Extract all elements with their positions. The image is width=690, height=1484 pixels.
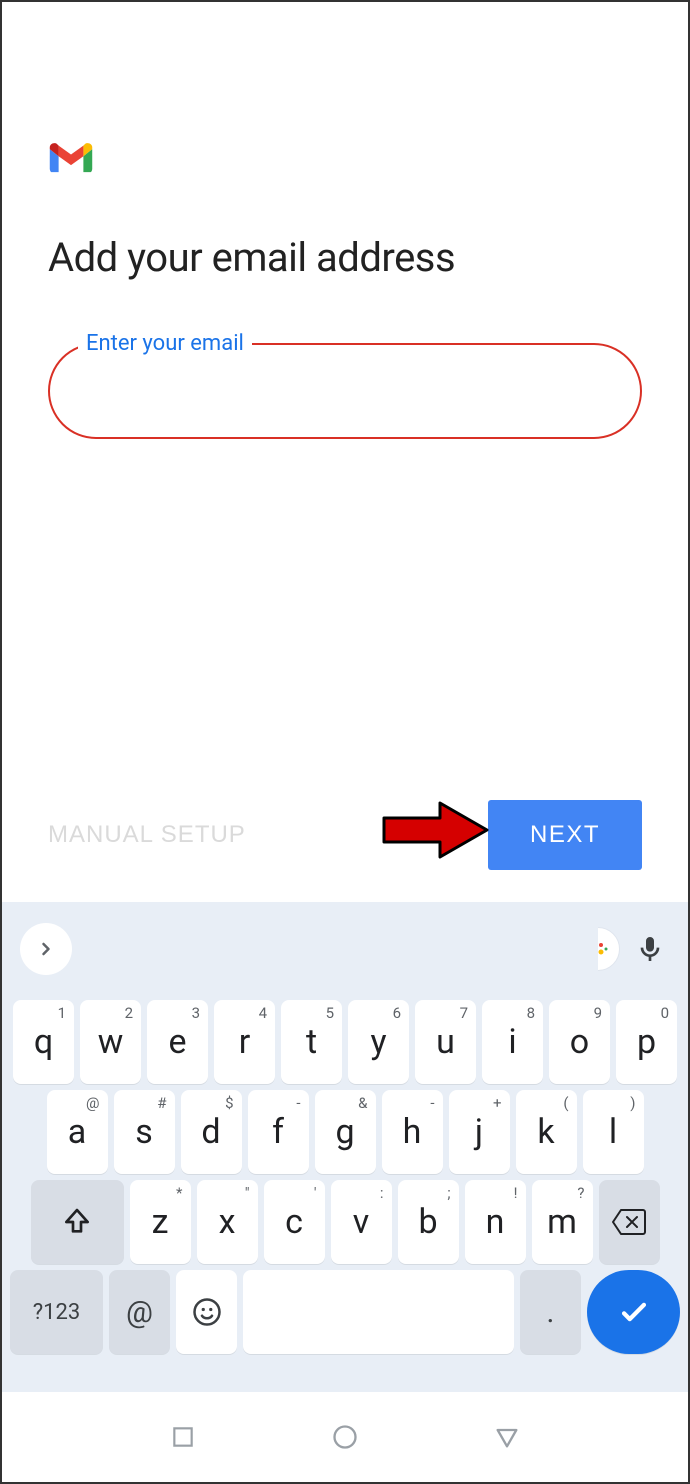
key-r[interactable]: r4 — [214, 1000, 275, 1084]
key-j[interactable]: j+ — [449, 1090, 510, 1174]
emoji-key[interactable] — [176, 1270, 237, 1354]
key-x[interactable]: x" — [197, 1180, 258, 1264]
mic-icon[interactable] — [630, 929, 670, 969]
key-h[interactable]: h- — [382, 1090, 443, 1174]
key-e[interactable]: e3 — [147, 1000, 208, 1084]
key-y[interactable]: y6 — [348, 1000, 409, 1084]
shift-key[interactable] — [31, 1180, 124, 1264]
assistant-icon[interactable] — [576, 927, 620, 971]
home-button[interactable] — [325, 1417, 365, 1457]
soft-keyboard: q1w2e3r4t5y6u7i8o9p0 a@s#d$f-g&h-j+k(l) … — [2, 902, 688, 1392]
manual-setup-button[interactable]: MANUAL SETUP — [48, 821, 246, 849]
back-button[interactable] — [487, 1417, 527, 1457]
key-c[interactable]: c' — [264, 1180, 325, 1264]
key-s[interactable]: s# — [114, 1090, 175, 1174]
key-m[interactable]: m? — [532, 1180, 593, 1264]
tutorial-arrow-icon — [382, 800, 492, 860]
key-p[interactable]: p0 — [616, 1000, 677, 1084]
key-v[interactable]: v: — [331, 1180, 392, 1264]
key-w[interactable]: w2 — [80, 1000, 141, 1084]
key-q[interactable]: q1 — [13, 1000, 74, 1084]
recent-apps-button[interactable] — [163, 1417, 203, 1457]
email-input[interactable] — [48, 343, 642, 439]
key-i[interactable]: i8 — [482, 1000, 543, 1084]
at-key[interactable]: @ — [109, 1270, 170, 1354]
key-l[interactable]: l) — [583, 1090, 644, 1174]
key-t[interactable]: t5 — [281, 1000, 342, 1084]
expand-toolbar-icon[interactable] — [20, 923, 72, 975]
key-k[interactable]: k( — [516, 1090, 577, 1174]
symbols-key[interactable]: ?123 — [10, 1270, 103, 1354]
keyboard-row-2: a@s#d$f-g&h-j+k(l) — [10, 1090, 680, 1174]
key-b[interactable]: b; — [398, 1180, 459, 1264]
key-a[interactable]: a@ — [47, 1090, 108, 1174]
page-title: Add your email address — [48, 234, 642, 281]
system-nav-bar — [2, 1392, 688, 1482]
email-field-wrapper: Enter your email — [48, 343, 642, 439]
setup-screen: Add your email address Enter your email … — [2, 2, 688, 902]
key-d[interactable]: d$ — [181, 1090, 242, 1174]
key-n[interactable]: n! — [465, 1180, 526, 1264]
keyboard-row-1: q1w2e3r4t5y6u7i8o9p0 — [10, 1000, 680, 1084]
action-row: MANUAL SETUP NEXT — [48, 800, 642, 870]
key-f[interactable]: f- — [248, 1090, 309, 1174]
gmail-logo-icon — [48, 140, 94, 176]
key-o[interactable]: o9 — [549, 1000, 610, 1084]
period-key[interactable]: . — [520, 1270, 581, 1354]
next-button[interactable]: NEXT — [488, 800, 642, 870]
backspace-key[interactable] — [599, 1180, 660, 1264]
keyboard-row-3: z*x"c'v:b;n!m? — [10, 1180, 680, 1264]
keyboard-suggestion-bar — [10, 912, 680, 994]
email-input-label: Enter your email — [78, 331, 252, 356]
keyboard-row-4: ?123 @ . — [10, 1270, 680, 1354]
key-g[interactable]: g& — [315, 1090, 376, 1174]
space-key[interactable] — [243, 1270, 514, 1354]
key-z[interactable]: z* — [130, 1180, 191, 1264]
enter-key[interactable] — [587, 1270, 680, 1354]
key-u[interactable]: u7 — [415, 1000, 476, 1084]
